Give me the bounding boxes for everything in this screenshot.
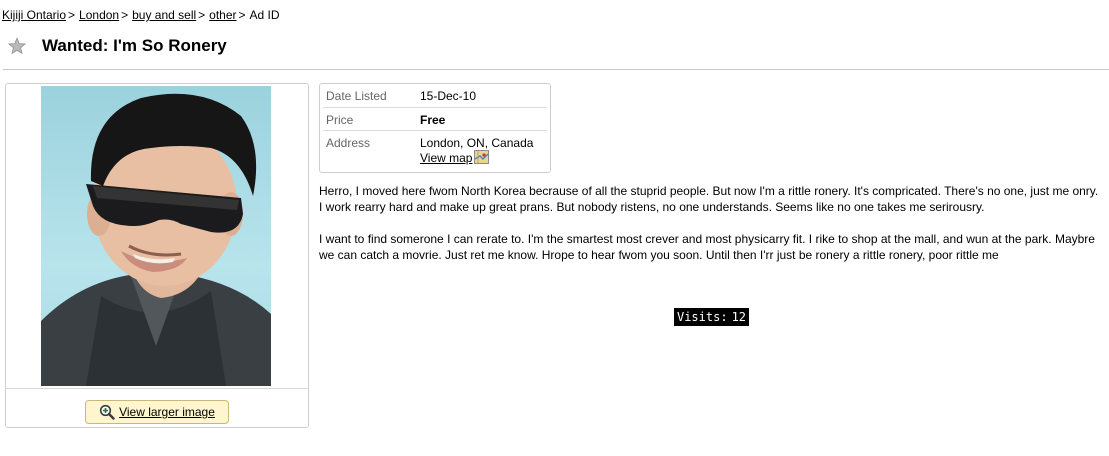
breadcrumb-current: Ad ID <box>249 8 280 22</box>
breadcrumb-separator: > <box>68 8 76 22</box>
breadcrumb-kijiji-ontario[interactable]: Kijiji Ontario <box>2 8 66 22</box>
breadcrumb-separator: > <box>198 8 206 22</box>
map-icon[interactable] <box>472 150 490 165</box>
ad-details-table: Date Listed 15-Dec-10 Price Free Address… <box>319 83 551 173</box>
address-cell: London, ON, Canada View map <box>418 131 547 172</box>
detail-row-address: Address London, ON, Canada View map <box>323 131 547 172</box>
divider <box>3 69 1109 70</box>
ad-title: Wanted: I'm So Ronery <box>42 36 227 55</box>
breadcrumb-london[interactable]: London <box>79 8 119 22</box>
date-listed-label: Date Listed <box>326 89 387 103</box>
breadcrumb: Kijiji Ontario > London > buy and sell > other… <box>2 8 280 22</box>
ad-photo-illustration <box>41 93 271 386</box>
photo-panel: View larger image <box>5 83 309 428</box>
visits-counter: Visits: 12 <box>674 308 749 326</box>
photo-divider <box>6 388 308 389</box>
detail-row-date: Date Listed 15-Dec-10 <box>323 84 547 108</box>
breadcrumb-separator: > <box>238 8 246 22</box>
view-larger-image-button[interactable]: View larger image <box>85 400 229 424</box>
detail-row-price: Price Free <box>323 108 547 131</box>
view-map-link[interactable]: View map <box>420 151 472 165</box>
price-label: Price <box>326 113 354 127</box>
address-value: London, ON, Canada <box>420 136 534 150</box>
description-paragraph: I want to find somerone I can rerate to.… <box>319 232 1095 262</box>
date-listed-value: 15-Dec-10 <box>420 89 477 103</box>
view-map-row: View map <box>420 150 547 165</box>
magnifier-icon <box>99 404 115 420</box>
ad-photo[interactable] <box>41 86 271 386</box>
address-label: Address <box>326 136 371 150</box>
ad-description: Herro, I moved here fwom North Korea bec… <box>319 183 1099 279</box>
breadcrumb-other[interactable]: other <box>209 8 236 22</box>
view-larger-image-link[interactable]: View larger image <box>119 405 215 419</box>
breadcrumb-separator: > <box>121 8 129 22</box>
breadcrumb-buy-and-sell[interactable]: buy and sell <box>132 8 196 22</box>
title-row: Wanted: I'm So Ronery <box>7 36 227 56</box>
star-icon[interactable] <box>7 37 27 55</box>
visits-count: 12 <box>731 310 747 324</box>
visits-label: Visits: <box>676 310 728 324</box>
price-value: Free <box>420 113 446 127</box>
description-paragraph: Herro, I moved here fwom North Korea bec… <box>319 184 1099 214</box>
